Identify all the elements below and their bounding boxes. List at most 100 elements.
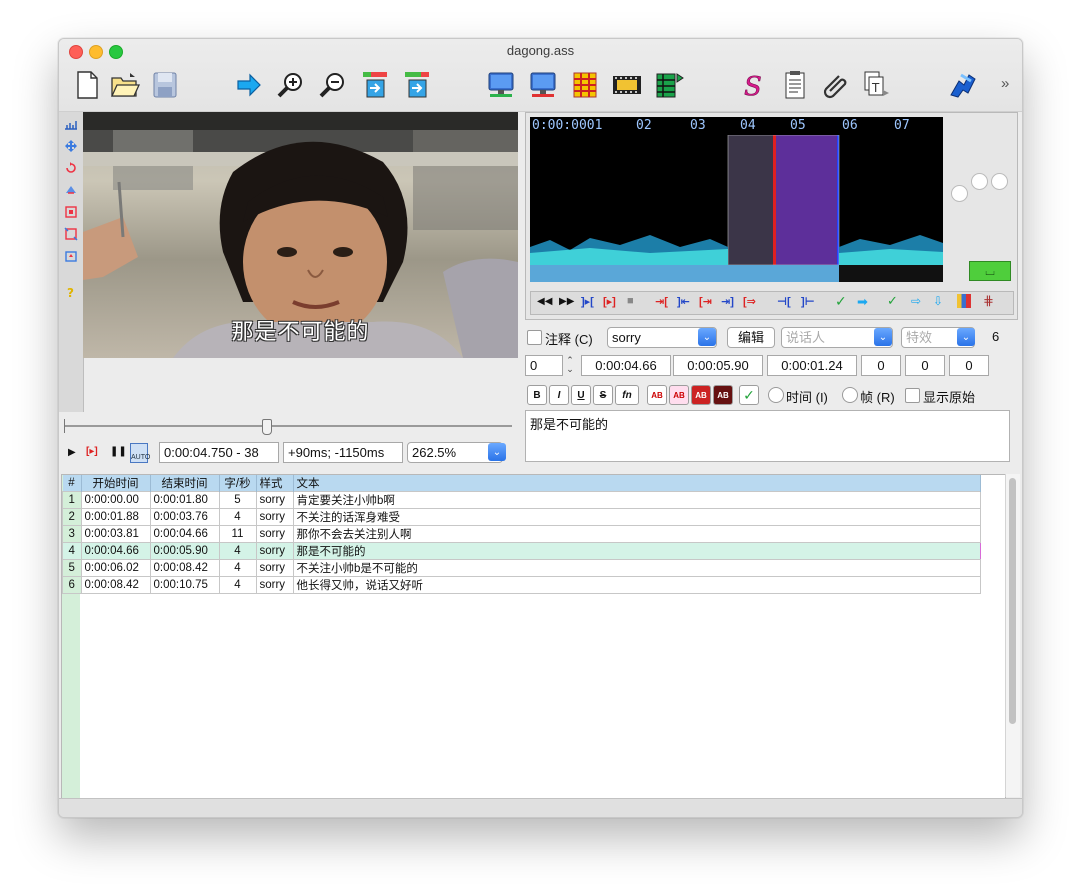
subtitle-text-input[interactable]: 那是不可能的 (525, 410, 1010, 462)
go-next-icon[interactable]: ➡ (857, 294, 868, 310)
stop-icon[interactable]: ■ (627, 295, 634, 307)
bold-button[interactable]: B (527, 385, 547, 405)
header-end[interactable]: 结束时间 (150, 475, 220, 492)
play-after-start-icon[interactable]: [⇥ (699, 295, 712, 308)
comment-checkbox[interactable] (527, 330, 542, 345)
grid-vertical-scrollbar[interactable] (1005, 474, 1020, 797)
attachments-button[interactable] (819, 67, 855, 103)
table-row[interactable]: 1 0:00:00.00 0:00:01.80 5 sorry 肯定要关注小帅b啊 (62, 491, 981, 509)
grid-arrow-button[interactable] (651, 67, 687, 103)
snap-start-button[interactable] (357, 67, 393, 103)
start-time-field[interactable]: 0:00:04.66 (581, 355, 671, 376)
commit-button[interactable]: ✓ (739, 385, 759, 405)
toolbar-overflow-button[interactable]: » (1001, 75, 1009, 92)
tool-clip[interactable] (63, 226, 79, 242)
font-button[interactable]: fn (615, 385, 639, 405)
end-time-field[interactable]: 0:00:05.90 (673, 355, 763, 376)
tool-standard[interactable] (63, 116, 79, 132)
style-dropdown-icon[interactable]: ⌄ (698, 328, 716, 346)
margin-right-field[interactable]: 0 (905, 355, 945, 376)
frame-radio[interactable] (842, 387, 858, 403)
jump-button[interactable] (231, 67, 267, 103)
layer-stepper-icon[interactable]: ⌃ ⌄ (565, 356, 575, 375)
spectrum-mode-icon[interactable] (957, 294, 971, 308)
play-end-icon[interactable]: ]⇤ (677, 295, 690, 308)
set-end-icon[interactable]: ]⊢ (801, 295, 815, 308)
video-monitor-button[interactable] (483, 67, 519, 103)
time-radio[interactable] (768, 387, 784, 403)
volume-knob[interactable] (971, 173, 988, 190)
header-cps[interactable]: 字/秒 (219, 475, 257, 492)
shadow-color-button[interactable]: AB (713, 385, 733, 405)
snap-end-button[interactable] (399, 67, 435, 103)
fonts-collector-button[interactable]: T (859, 67, 895, 103)
set-start-icon[interactable]: ⊣[ (777, 295, 791, 308)
pause-icon[interactable]: ❚❚ (110, 446, 127, 457)
commit-icon[interactable]: ✓ (835, 293, 847, 310)
effect-dropdown-icon[interactable]: ⌄ (957, 328, 975, 346)
video-seek-slider[interactable] (64, 419, 512, 435)
table-row[interactable]: 6 0:00:08.42 0:00:10.75 4 sorry 他长得又帅，说话又好听 (62, 576, 981, 594)
table-row[interactable]: 5 0:00:06.02 0:00:08.42 4 sorry 不关注小帅b是不可能的 (62, 559, 981, 577)
show-original-checkbox[interactable] (905, 388, 920, 403)
play-before-icon[interactable]: ]▸[ (581, 295, 594, 308)
tool-scale[interactable] (63, 204, 79, 220)
primary-color-button[interactable]: AB (647, 385, 667, 405)
zoom-dropdown-icon[interactable]: ⌄ (488, 443, 506, 461)
tool-help[interactable]: ? (63, 284, 79, 300)
video-display[interactable]: 那是不可能的 (83, 112, 518, 358)
play-selection-icon[interactable]: [▸] (603, 295, 616, 308)
play-to-end-icon[interactable]: [⇒ (743, 295, 756, 308)
header-number[interactable]: # (62, 475, 82, 492)
auto-scroll-icon[interactable]: AUTO (130, 443, 150, 463)
seek-thumb[interactable] (262, 419, 272, 435)
next-line-icon[interactable]: ▶▶ (559, 296, 574, 307)
zoom-out-button[interactable] (315, 67, 351, 103)
secondary-color-button[interactable]: AB (669, 385, 689, 405)
actor-dropdown-icon[interactable]: ⌄ (874, 328, 892, 346)
outline-color-button[interactable]: AB (691, 385, 711, 405)
underline-button[interactable]: U (571, 385, 591, 405)
properties-button[interactable] (777, 67, 813, 103)
zoom-in-button[interactable] (273, 67, 309, 103)
auto-commit-icon[interactable]: ✓ (887, 293, 898, 309)
auto-next-icon[interactable]: ⇨ (911, 294, 921, 308)
subtitle-grid[interactable]: # 开始时间 结束时间 字/秒 样式 文本 1 0:00:00.00 0:00:01… (61, 474, 1006, 799)
audio-monitor-button[interactable] (525, 67, 561, 103)
video-time-field[interactable]: 0:00:04.750 - 38 (159, 442, 279, 463)
video-offset-field[interactable]: +90ms; -1150ms (283, 442, 403, 463)
film-button[interactable] (609, 67, 645, 103)
audio-waveform[interactable]: 0:00:0001 02 03 04 05 06 07 (530, 117, 943, 282)
italic-button[interactable]: I (549, 385, 569, 405)
header-text[interactable]: 文本 (293, 475, 981, 492)
layer-field[interactable]: 0 (525, 355, 563, 376)
tool-vector-clip[interactable] (63, 248, 79, 264)
grid-view-button[interactable] (567, 67, 603, 103)
auto-scroll-audio-icon[interactable]: ⇩ (933, 294, 943, 308)
styles-manager-button[interactable]: S (735, 67, 771, 103)
tool-drag[interactable] (63, 138, 79, 154)
margin-left-field[interactable]: 0 (861, 355, 901, 376)
link-knob[interactable] (991, 173, 1008, 190)
open-file-button[interactable] (107, 67, 143, 103)
commit-audio-button[interactable]: ⌴ (969, 261, 1011, 281)
save-button[interactable] (147, 67, 183, 103)
play-icon[interactable]: ▶ (68, 447, 76, 458)
automation-button[interactable] (945, 67, 981, 103)
tool-rotate-z[interactable] (63, 160, 79, 176)
table-row[interactable]: 2 0:00:01.88 0:00:03.76 4 sorry 不关注的话浑身难受 (62, 508, 981, 526)
table-row[interactable]: 4 0:00:04.66 0:00:05.90 4 sorry 那是不可能的 (62, 542, 981, 560)
play-line-icon[interactable]: [▸] (86, 446, 98, 457)
prev-line-icon[interactable]: ◀◀ (537, 296, 552, 307)
tool-rotate-xy[interactable] (63, 182, 79, 198)
vertical-zoom-knob[interactable] (951, 185, 968, 202)
duration-field[interactable]: 0:00:01.24 (767, 355, 857, 376)
margin-vertical-field[interactable]: 0 (949, 355, 989, 376)
header-style[interactable]: 样式 (256, 475, 294, 492)
play-after-end-icon[interactable]: ⇥] (721, 295, 734, 308)
new-file-button[interactable] (69, 67, 105, 103)
header-start[interactable]: 开始时间 (81, 475, 151, 492)
table-row[interactable]: 3 0:00:03.81 0:00:04.66 11 sorry 那你不会去关注别人啊 (62, 525, 981, 543)
play-start-icon[interactable]: ⇥[ (655, 295, 668, 308)
edit-style-button[interactable]: 编辑 (727, 327, 775, 348)
